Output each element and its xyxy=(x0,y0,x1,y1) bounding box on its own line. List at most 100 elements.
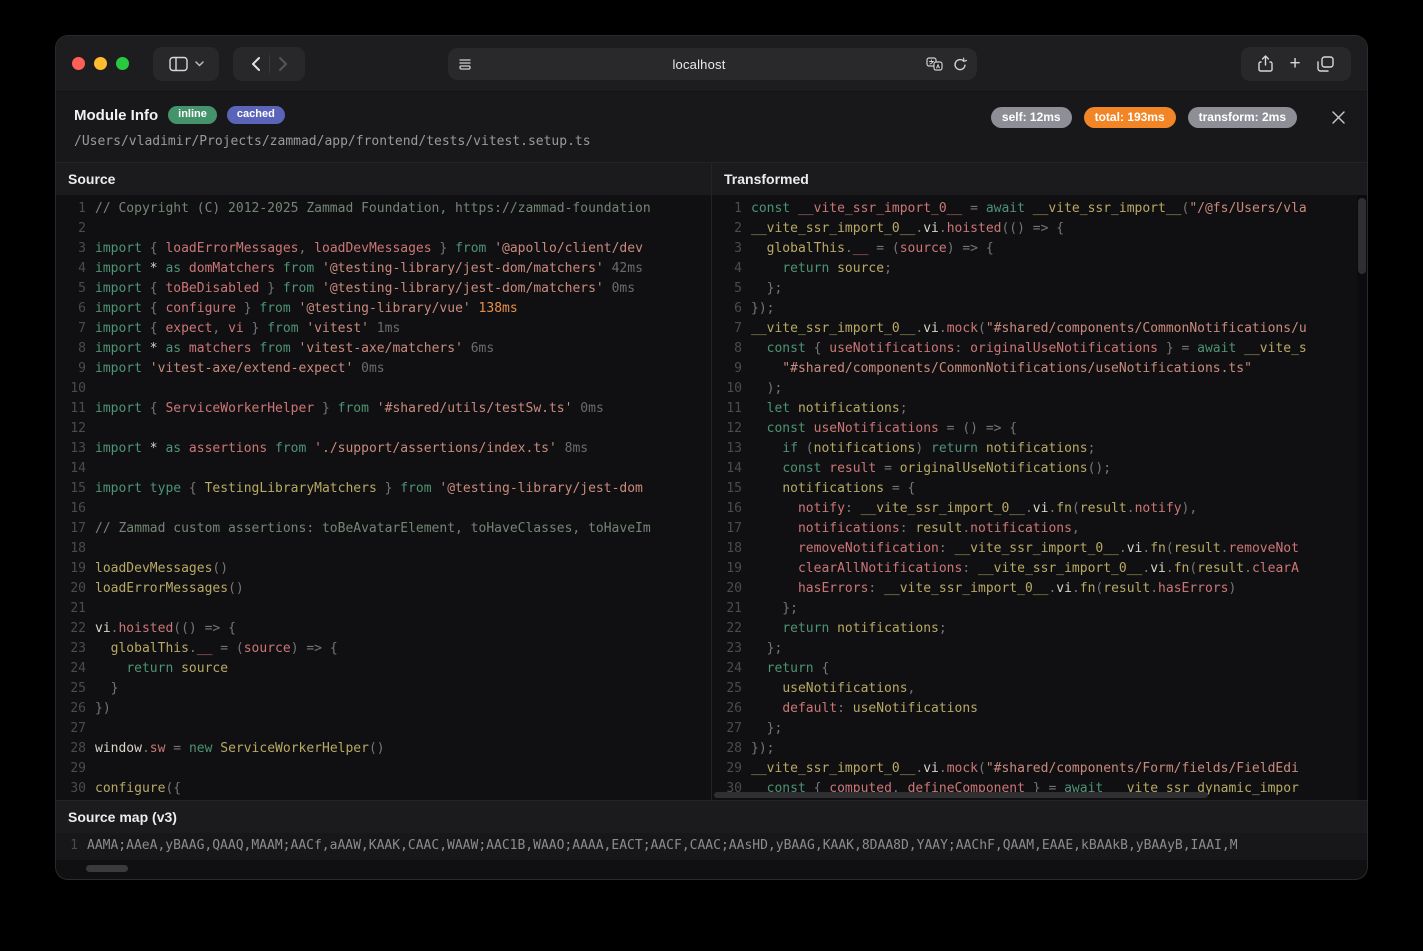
code-token: clearAllNotifications xyxy=(798,561,962,576)
code-text: import type { TestingLibraryMatchers } f… xyxy=(86,479,711,499)
line-number: 17 xyxy=(56,519,86,539)
code-line: 2 xyxy=(56,219,711,239)
line-number: 11 xyxy=(56,399,86,419)
line-number: 24 xyxy=(712,659,742,679)
code-text: }) xyxy=(86,699,711,719)
horizontal-scrollbar-thumb[interactable] xyxy=(714,792,1208,798)
code-token: source xyxy=(829,261,884,276)
code-token: matchers xyxy=(181,341,251,356)
code-line: 3import { loadErrorMessages, loadDevMess… xyxy=(56,239,711,259)
forward-button[interactable] xyxy=(278,56,288,72)
code-token: result xyxy=(915,521,962,536)
code-panes: Source 1// Copyright (C) 2012-2025 Zamma… xyxy=(56,162,1367,800)
reader-icon[interactable] xyxy=(458,57,472,71)
code-token: "/@fs/Users/vla xyxy=(1189,201,1306,216)
address-bar[interactable]: localhost xyxy=(448,48,977,80)
code-token: notifications xyxy=(782,481,884,496)
line-number: 19 xyxy=(712,559,742,579)
code-token: useNotifications xyxy=(806,421,939,436)
code-token: __vite_ssr_import__ xyxy=(1025,201,1182,216)
line-number: 12 xyxy=(712,419,742,439)
code-token: . xyxy=(1072,581,1080,596)
new-tab-button[interactable]: + xyxy=(1289,53,1300,75)
code-token: ; xyxy=(900,401,908,416)
code-token: from xyxy=(267,441,306,456)
line-number: 21 xyxy=(56,599,86,619)
code-token: // Copyright (C) 2012-2025 Zammad Founda… xyxy=(95,201,651,216)
sidebar-icon xyxy=(169,56,188,72)
code-line: 23 }; xyxy=(712,639,1357,659)
code-token: notify xyxy=(798,501,845,516)
code-text: hasErrors: __vite_ssr_import_0__.vi.fn(r… xyxy=(742,579,1357,599)
code-token: hoisted xyxy=(118,621,173,636)
timing-badge-transform: transform: 2ms xyxy=(1188,107,1297,128)
code-text: "#shared/components/CommonNotifications/… xyxy=(742,359,1357,379)
line-number: 29 xyxy=(56,759,86,779)
code-token: vi xyxy=(1150,561,1166,576)
line-number: 26 xyxy=(56,699,86,719)
code-token xyxy=(95,641,111,656)
back-button[interactable] xyxy=(251,56,261,72)
close-window-button[interactable] xyxy=(72,57,85,70)
code-text: AAMA;AAeA,yBAAG,QAAQ,MAAM;AACf,aAAW,KAAK… xyxy=(78,835,1367,857)
code-token: 0ms xyxy=(353,361,384,376)
code-line: 9import 'vitest-axe/extend-expect' 0ms xyxy=(56,359,711,379)
code-token: vi xyxy=(1033,501,1049,516)
code-token: useNotifications xyxy=(853,701,978,716)
line-number: 15 xyxy=(56,479,86,499)
code-token: as xyxy=(165,341,181,356)
code-token: "#shared/components/Form/fields/FieldEdi xyxy=(986,761,1299,776)
code-text xyxy=(86,719,711,739)
vertical-scrollbar-thumb[interactable] xyxy=(1358,198,1366,274)
sourcemap-scrollbar-thumb[interactable] xyxy=(86,865,128,872)
code-token: 'vitest' xyxy=(299,321,369,336)
code-text: // Zammad custom assertions: toBeAvatarE… xyxy=(86,519,711,539)
sidebar-toggle-button[interactable] xyxy=(153,47,219,81)
code-line: 28}); xyxy=(712,739,1357,759)
code-token xyxy=(751,461,782,476)
code-token: : xyxy=(939,541,955,556)
code-token: { xyxy=(814,661,830,676)
code-token: } xyxy=(259,281,282,296)
line-number: 5 xyxy=(712,279,742,299)
code-token: return xyxy=(767,661,814,676)
code-token: __vite_s xyxy=(1236,341,1306,356)
code-text: clearAllNotifications: __vite_ssr_import… xyxy=(742,559,1357,579)
code-token: , xyxy=(1072,521,1080,536)
share-button[interactable] xyxy=(1258,55,1273,73)
code-line: 29__vite_ssr_import_0__.vi.mock("#shared… xyxy=(712,759,1357,779)
code-line: 1const __vite_ssr_import_0__ = await __v… xyxy=(712,199,1357,219)
translate-icon[interactable] xyxy=(926,57,943,71)
line-number: 16 xyxy=(56,499,86,519)
reload-icon[interactable] xyxy=(953,57,967,72)
code-text: useNotifications, xyxy=(742,679,1357,699)
line-number: 25 xyxy=(712,679,742,699)
code-token: hasErrors xyxy=(798,581,868,596)
code-token: import xyxy=(95,281,142,296)
code-token: return xyxy=(931,441,978,456)
code-token: const xyxy=(767,421,806,436)
line-number: 6 xyxy=(712,299,742,319)
url-text[interactable]: localhost xyxy=(472,57,926,72)
code-text: return source xyxy=(86,659,711,679)
code-token: originalUseNotifications xyxy=(900,461,1088,476)
code-token: domMatchers xyxy=(181,261,275,276)
close-panel-button[interactable] xyxy=(1329,109,1347,127)
line-number: 9 xyxy=(712,359,742,379)
code-line: 15import type { TestingLibraryMatchers }… xyxy=(56,479,711,499)
tab-overview-button[interactable] xyxy=(1317,56,1334,72)
code-token: * xyxy=(142,341,165,356)
zoom-window-button[interactable] xyxy=(116,57,129,70)
code-token: result xyxy=(1174,541,1221,556)
code-token: , xyxy=(299,241,315,256)
code-line: 24 return source xyxy=(56,659,711,679)
minimize-window-button[interactable] xyxy=(94,57,107,70)
code-text: vi.hoisted(() => { xyxy=(86,619,711,639)
code-token: __vite_ssr_import_0__ xyxy=(751,321,915,336)
source-pane: Source 1// Copyright (C) 2012-2025 Zamma… xyxy=(56,163,711,800)
code-token: . xyxy=(939,321,947,336)
line-number: 16 xyxy=(712,499,742,519)
code-token: { xyxy=(142,241,165,256)
code-line: 25 } xyxy=(56,679,711,699)
code-token xyxy=(751,421,767,436)
